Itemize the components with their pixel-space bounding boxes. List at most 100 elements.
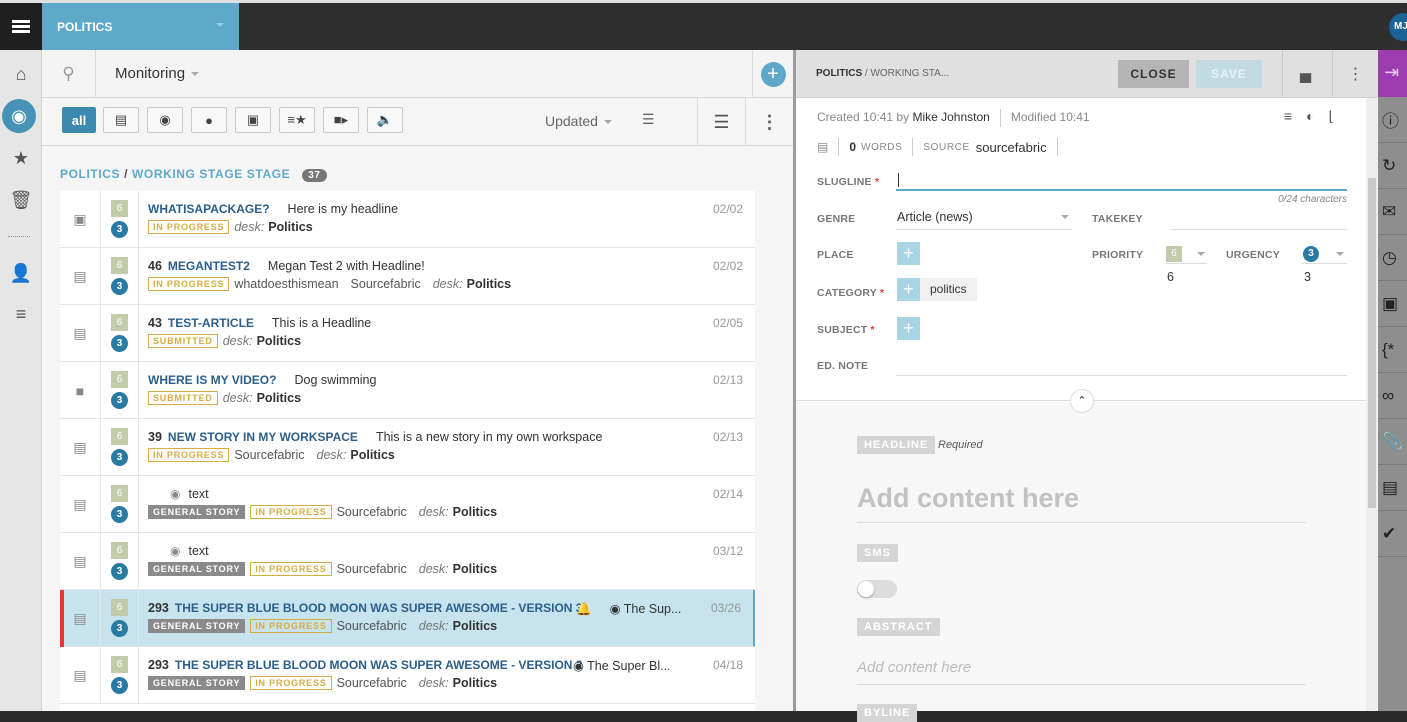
- contrast-icon[interactable]: ◐: [1306, 108, 1328, 124]
- sms-toggle[interactable]: [857, 580, 897, 598]
- nav-highlights[interactable]: ★: [0, 140, 42, 176]
- macros-button[interactable]: {*: [1378, 327, 1407, 373]
- stage-desk: POLITICS: [60, 167, 121, 181]
- video-icon: ■▸: [333, 112, 349, 127]
- list-item[interactable]: ▤ 6 3 293 THE SUPER BLUE BLOOD MOON WAS SUPE…: [60, 590, 755, 647]
- filter-package[interactable]: ▣: [235, 107, 271, 133]
- list-item[interactable]: ▤ 6 3 293 THE SUPER BLUE BLOOD MOON WAS SUPE…: [60, 647, 755, 704]
- item-meta-line: GENERAL STORY IN PROGRESS Sourcefabric desk…: [148, 505, 497, 519]
- desk-label: desk:: [418, 562, 449, 576]
- desk-label: desk:: [418, 676, 449, 690]
- priority-underline: [1165, 263, 1207, 264]
- stage-name[interactable]: WORKING STAGE STAGE: [132, 167, 290, 181]
- list-item[interactable]: ▤ 6 3 ◉ text GENERAL STORY IN PROGRESS Sourcefa…: [60, 533, 755, 590]
- urgency-badge[interactable]: 3: [1303, 246, 1319, 262]
- create-new-button[interactable]: +: [760, 61, 786, 87]
- editor-more-button[interactable]: ⋮: [1332, 50, 1378, 98]
- sms-label: SMS: [857, 544, 898, 562]
- sort-direction-button[interactable]: ☰: [642, 111, 655, 128]
- add-category-button[interactable]: +: [897, 278, 920, 301]
- nav-divider: [8, 236, 30, 237]
- text-type-icon: ▤: [73, 553, 87, 569]
- user-avatar[interactable]: MJ: [1389, 13, 1407, 41]
- item-headline: Dog swimming: [294, 373, 377, 387]
- place-label: PLACE: [817, 249, 854, 261]
- filter-video[interactable]: ■▸: [323, 107, 359, 133]
- history-button[interactable]: ◷: [1378, 235, 1407, 281]
- nav-home[interactable]: ⌂: [0, 56, 42, 92]
- tasks-button[interactable]: ✔: [1378, 511, 1407, 557]
- list-item[interactable]: ▤ 6 3 ◉ text GENERAL STORY IN PROGRESS Sourcefa…: [60, 476, 755, 533]
- add-subject-button[interactable]: +: [897, 317, 920, 340]
- associated-media: 🔔 ◉ The Sup...: [576, 601, 681, 617]
- list-item[interactable]: ▣ 6 3 WHATISAPACKAGE? Here is my headline IN …: [60, 191, 755, 248]
- search-button[interactable]: ⚲: [42, 50, 96, 98]
- item-meta-field: whatdoesthismean: [234, 277, 339, 291]
- category-tag[interactable]: politics: [920, 278, 977, 301]
- list-item[interactable]: ▤ 6 3 46 MEGANTEST2 Megan Test 2 with Headlin…: [60, 248, 755, 305]
- filter-all[interactable]: all: [62, 107, 96, 133]
- column-divider: [138, 248, 139, 305]
- filter-audio[interactable]: 🔈: [367, 107, 403, 133]
- sort-field-selector[interactable]: Updated: [545, 113, 612, 129]
- modified-time: 10:41: [1059, 110, 1090, 125]
- more-options-button[interactable]: ⋮: [745, 98, 793, 146]
- view-toggle-button[interactable]: ☰: [697, 98, 745, 146]
- related-button[interactable]: ∞: [1378, 373, 1407, 419]
- send-to-button[interactable]: ⇥: [1378, 50, 1407, 97]
- package-icon: ▣: [73, 211, 87, 227]
- desk-label: desk:: [222, 334, 253, 348]
- hamburger-icon: [12, 18, 30, 35]
- nav-search-content[interactable]: ≡: [0, 296, 42, 332]
- list-item[interactable]: ▤ 6 3 39 NEW STORY IN MY WORKSPACE This is a …: [60, 419, 755, 476]
- menu-button[interactable]: [0, 3, 42, 50]
- preview-icon[interactable]: ≡: [1284, 108, 1306, 124]
- settings-sliders-icon[interactable]: ⌊: [1329, 108, 1348, 124]
- save-button[interactable]: SAVE: [1196, 60, 1262, 88]
- close-button[interactable]: CLOSE: [1118, 60, 1189, 88]
- headline-input[interactable]: Add content here: [857, 483, 1079, 514]
- messages-button[interactable]: ▤: [1378, 465, 1407, 511]
- item-date: 02/05: [712, 316, 743, 330]
- add-place-button[interactable]: +: [897, 242, 920, 265]
- item-type: ▤: [60, 419, 101, 476]
- attachments-button[interactable]: 📎: [1378, 419, 1407, 465]
- nav-locked-items[interactable]: 👤: [0, 255, 42, 291]
- item-type: ▤: [60, 647, 101, 704]
- ednote-input[interactable]: [896, 375, 1347, 376]
- chevron-down-icon: [216, 23, 224, 27]
- filter-graphic[interactable]: ●: [191, 107, 227, 133]
- item-meta-field: Sourcefabric: [336, 505, 407, 519]
- priority-badge[interactable]: 6: [1166, 246, 1182, 262]
- monitoring-view-selector[interactable]: Monitoring: [115, 65, 200, 82]
- collapse-header-button[interactable]: ⌃: [1070, 389, 1094, 413]
- list-item[interactable]: ■ 6 3 WHERE IS MY VIDEO? Dog swimming SUBMITT…: [60, 362, 755, 419]
- takekey-input[interactable]: [1171, 229, 1347, 230]
- editor-scrollbar[interactable]: [1366, 98, 1378, 711]
- state-badge: IN PROGRESS: [250, 505, 332, 519]
- minimize-button[interactable]: ▄: [1282, 50, 1328, 98]
- graphic-icon: ●: [205, 112, 213, 128]
- filter-text[interactable]: ▤: [103, 107, 139, 133]
- filter-picture[interactable]: ◉: [147, 107, 183, 133]
- genre-select[interactable]: Article (news): [897, 210, 973, 224]
- camera-icon: ◉: [170, 487, 181, 501]
- abstract-input[interactable]: Add content here: [857, 659, 971, 676]
- find-replace-button[interactable]: ↻: [1378, 143, 1407, 189]
- item-title-line: 43 TEST-ARTICLE This is a Headline: [148, 316, 371, 330]
- desk-selector[interactable]: POLITICS: [42, 3, 239, 50]
- item-slugline: MEGANTEST2: [167, 259, 250, 273]
- nav-monitoring[interactable]: ◉: [2, 99, 36, 133]
- list-item[interactable]: ▤ 6 3 43 TEST-ARTICLE This is a Headline SUBMI…: [60, 305, 755, 362]
- packages-button[interactable]: ▣: [1378, 281, 1407, 327]
- desk-name: Politics: [268, 220, 313, 234]
- info-button[interactable]: ⓘ: [1378, 97, 1407, 143]
- desk-name: Politics: [350, 448, 395, 462]
- desk-name: POLITICS: [57, 19, 113, 34]
- nav-spiked[interactable]: 🗑: [0, 182, 42, 218]
- state-badge: IN PROGRESS: [250, 562, 332, 576]
- slugline-input[interactable]: [896, 171, 1347, 191]
- comments-button[interactable]: ✉: [1378, 189, 1407, 235]
- chevron-up-icon: ⌃: [1077, 395, 1087, 407]
- filter-highlight[interactable]: ≡★: [279, 107, 315, 133]
